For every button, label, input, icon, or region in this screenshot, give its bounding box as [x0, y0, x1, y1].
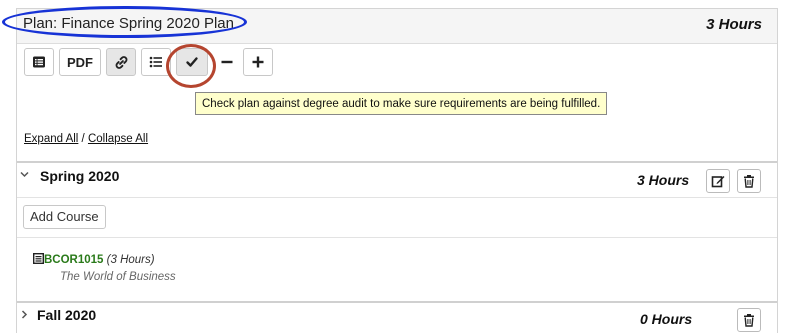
- plan-title: Plan: Finance Spring 2020 Plan: [23, 15, 234, 32]
- pdf-label: PDF: [67, 54, 93, 70]
- course-icon: [32, 252, 45, 265]
- collapse-button[interactable]: [213, 48, 241, 76]
- divider: [17, 237, 777, 238]
- delete-term-button[interactable]: [737, 169, 761, 193]
- edit-term-button[interactable]: [706, 169, 730, 193]
- minus-icon: [221, 60, 233, 64]
- term-name: Fall 2020: [37, 307, 97, 323]
- course-code-link[interactable]: BCOR1015: [44, 254, 103, 266]
- checkmark-icon: [186, 57, 198, 67]
- list-alt-icon: [33, 56, 45, 68]
- trash-icon: [744, 175, 754, 188]
- expand-button[interactable]: [243, 48, 273, 76]
- term-hours: 3 Hours: [637, 172, 690, 188]
- list-view-button[interactable]: [24, 48, 54, 76]
- link-icon: [115, 55, 127, 69]
- bulleted-list-button[interactable]: [141, 48, 171, 76]
- edit-icon: [711, 176, 725, 188]
- trash-icon: [744, 314, 754, 327]
- check-plan-button[interactable]: [176, 48, 208, 76]
- term-hours: 0 Hours: [640, 311, 693, 327]
- course-item: BCOR1015 (3 Hours): [32, 252, 155, 266]
- course-hours: (3 Hours): [106, 254, 155, 266]
- check-plan-tooltip: Check plan against degree audit to make …: [195, 92, 608, 115]
- course-title: The World of Business: [60, 271, 176, 283]
- collapse-all-link[interactable]: Collapse All: [88, 133, 148, 145]
- plus-icon: [252, 56, 264, 68]
- term-name: Spring 2020: [40, 168, 120, 184]
- chevron-right-icon[interactable]: [19, 309, 30, 323]
- pdf-button[interactable]: PDF: [59, 48, 101, 76]
- expand-all-link[interactable]: Expand All: [24, 133, 78, 145]
- plan-header: Plan: Finance Spring 2020 Plan 3 Hours: [17, 9, 777, 44]
- link-button[interactable]: [106, 48, 136, 76]
- link-separator: /: [78, 133, 88, 145]
- bulleted-list-icon: [149, 56, 162, 68]
- plan-hours: 3 Hours: [706, 16, 762, 33]
- delete-term-button[interactable]: [737, 308, 761, 332]
- expand-collapse-links: Expand All / Collapse All: [24, 133, 148, 145]
- add-course-button[interactable]: Add Course: [23, 205, 106, 229]
- chevron-down-icon[interactable]: [19, 169, 30, 183]
- divider: [17, 197, 777, 198]
